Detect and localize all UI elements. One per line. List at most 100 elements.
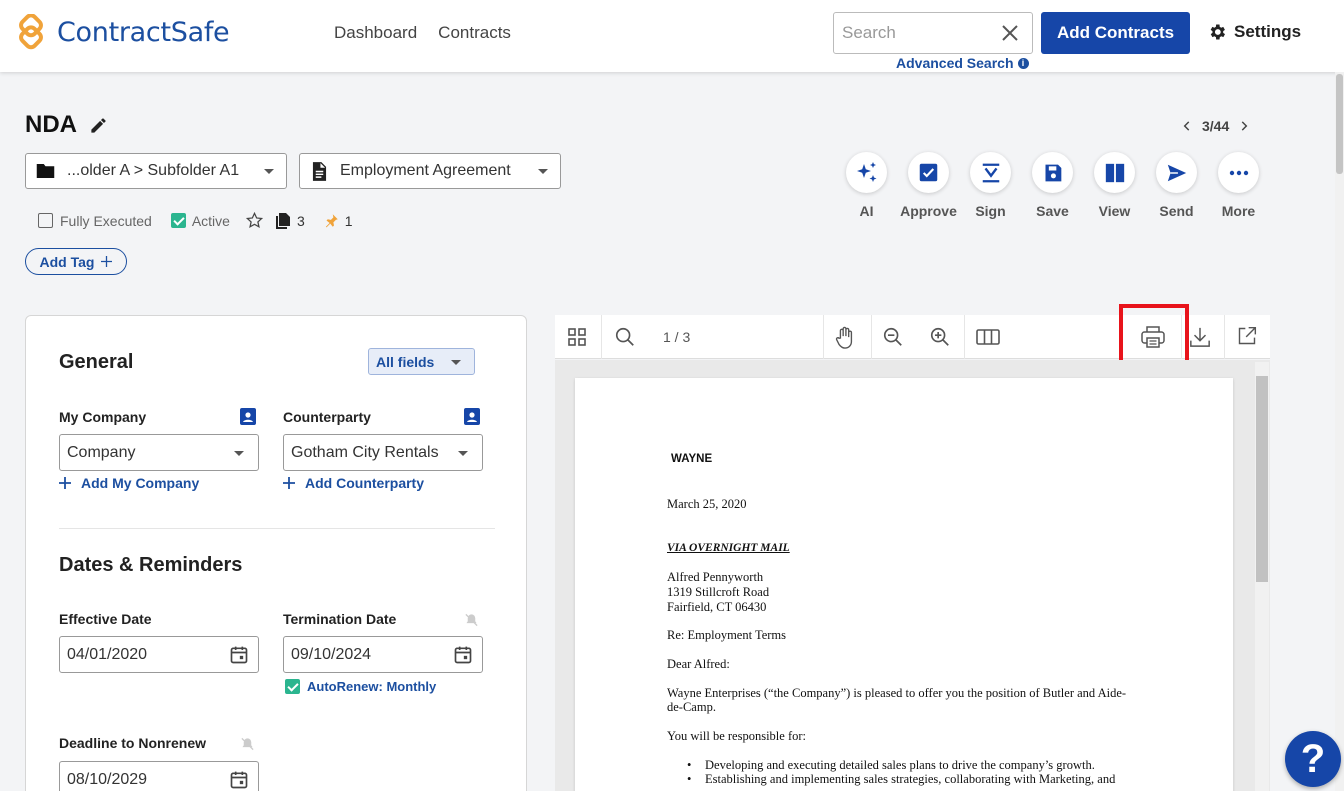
status-row: Fully Executed Active 3 1: [38, 211, 353, 230]
general-heading: General: [59, 351, 134, 373]
contractsafe-logo-icon: [19, 14, 43, 50]
doc-company: WAYNE: [671, 453, 713, 465]
approve-label: Approve: [900, 203, 957, 219]
section-divider: [59, 528, 495, 529]
save-button[interactable]: [1032, 152, 1073, 193]
sign-icon: [982, 163, 999, 182]
view-button[interactable]: [1094, 152, 1135, 193]
bell-off-icon[interactable]: [240, 736, 255, 752]
star-icon[interactable]: [245, 211, 264, 230]
calendar-icon[interactable]: [229, 770, 249, 790]
deadline-nonrenew-input[interactable]: 08/10/2029: [59, 761, 259, 791]
doc-bullet-2: Establishing and implementing sales stra…: [705, 772, 1116, 786]
pin-icon[interactable]: [324, 213, 339, 228]
sign-label: Sign: [975, 203, 1006, 219]
all-fields-label: All fields: [376, 353, 435, 370]
view-columns-icon: [1105, 163, 1124, 182]
send-action[interactable]: Send: [1156, 152, 1197, 219]
pan-hand-icon[interactable]: [834, 326, 856, 350]
sign-action[interactable]: Sign: [970, 152, 1011, 219]
counterparty-select[interactable]: Gotham City Rentals: [283, 434, 483, 471]
search-box: [833, 12, 1033, 54]
contract-fields-panel: General All fields My Company Company Ad…: [25, 315, 527, 791]
view-action[interactable]: View: [1094, 152, 1135, 219]
add-tag-button[interactable]: Add Tag: [25, 248, 127, 275]
all-fields-dropdown[interactable]: All fields: [368, 348, 475, 375]
two-page-view-icon[interactable]: [976, 329, 1000, 345]
deadline-nonrenew-label: Deadline to Nonrenew: [59, 735, 207, 751]
send-button[interactable]: [1156, 152, 1197, 193]
doc-date: March 25, 2020: [667, 497, 747, 511]
open-external-icon[interactable]: [1237, 326, 1257, 346]
more-dots-icon: [1229, 170, 1248, 175]
autorenew-option[interactable]: AutoRenew: Monthly: [285, 679, 436, 694]
calendar-icon[interactable]: [229, 645, 249, 665]
zoom-in-icon[interactable]: [929, 326, 951, 348]
active-checkbox[interactable]: [170, 213, 186, 228]
help-button[interactable]: ?: [1285, 731, 1341, 787]
effective-date-value: 04/01/2020: [67, 645, 148, 663]
advanced-search-link[interactable]: Advanced Search i: [896, 55, 1029, 71]
nav-contracts[interactable]: Contracts: [438, 23, 511, 43]
main-nav: Dashboard Contracts: [334, 23, 511, 43]
page-scrollbar[interactable]: [1335, 72, 1344, 791]
settings-button[interactable]: Settings: [1207, 22, 1301, 42]
add-contracts-button[interactable]: Add Contracts: [1041, 12, 1190, 54]
calendar-icon[interactable]: [453, 645, 473, 665]
contact-card-icon[interactable]: [240, 407, 256, 425]
bell-off-icon[interactable]: [464, 612, 479, 628]
termination-date-input[interactable]: 09/10/2024: [283, 636, 483, 673]
gear-icon: [1210, 24, 1225, 40]
ai-button[interactable]: [846, 152, 887, 193]
autorenew-label: AutoRenew: Monthly: [307, 679, 437, 694]
download-icon[interactable]: [1189, 326, 1211, 348]
viewer-scrollbar-thumb[interactable]: [1256, 376, 1268, 582]
view-label: View: [1098, 203, 1131, 219]
chevron-down-icon: [538, 169, 548, 174]
contract-title-text: NDA: [25, 111, 77, 138]
effective-date-input[interactable]: 04/01/2020: [59, 636, 259, 673]
chevron-down-icon: [458, 451, 468, 456]
folder-value: ...older A > Subfolder A1: [67, 162, 240, 179]
more-label: More: [1221, 203, 1256, 219]
ai-label: AI: [859, 203, 874, 219]
chevron-left-icon[interactable]: [1180, 119, 1194, 133]
clear-search-icon[interactable]: [998, 21, 1022, 45]
zoom-out-icon[interactable]: [882, 326, 904, 348]
my-company-select[interactable]: Company: [59, 434, 259, 471]
fully-executed-checkbox[interactable]: [38, 213, 53, 228]
contract-actions: AI Approve Sign Save View Send More: [846, 152, 1259, 219]
logo[interactable]: ContractSafe: [13, 14, 230, 50]
deadline-nonrenew-value: 08/10/2029: [67, 770, 148, 788]
autorenew-checkbox[interactable]: [285, 679, 300, 694]
pager-text: 3/44: [1202, 118, 1230, 134]
pencil-edit-icon[interactable]: [89, 116, 108, 135]
ai-action[interactable]: AI: [846, 152, 887, 219]
thumbnails-grid-icon[interactable]: [568, 328, 586, 346]
chevron-right-icon[interactable]: [1237, 119, 1251, 133]
add-my-company-link[interactable]: Add My Company: [59, 475, 199, 491]
approve-action[interactable]: Approve: [900, 152, 957, 219]
page-indicator: 1 / 3: [663, 329, 691, 345]
contract-pager: 3/44: [1180, 118, 1251, 134]
save-label: Save: [1036, 203, 1069, 219]
contract-type-select[interactable]: Employment Agreement: [299, 153, 561, 189]
folder-select[interactable]: ...older A > Subfolder A1: [25, 153, 287, 189]
save-action[interactable]: Save: [1032, 152, 1073, 219]
sign-button[interactable]: [970, 152, 1011, 193]
contact-card-icon[interactable]: [464, 407, 480, 425]
search-input[interactable]: [834, 13, 994, 53]
more-button[interactable]: [1218, 152, 1259, 193]
doc-address-line-1: Alfred Pennyworth: [667, 570, 764, 584]
add-tag-label: Add Tag: [39, 253, 95, 270]
contract-type-value: Employment Agreement: [340, 162, 511, 179]
approve-button[interactable]: [908, 152, 949, 193]
nav-dashboard[interactable]: Dashboard: [334, 23, 417, 43]
more-action[interactable]: More: [1218, 152, 1259, 219]
search-icon[interactable]: [614, 326, 636, 348]
fully-executed-label: Fully Executed: [60, 212, 152, 229]
effective-date-label: Effective Date: [59, 611, 152, 627]
doc-bullet-1: Developing and executing detailed sales …: [705, 758, 1095, 772]
add-counterparty-link[interactable]: Add Counterparty: [283, 475, 424, 491]
plus-icon: [283, 477, 295, 489]
